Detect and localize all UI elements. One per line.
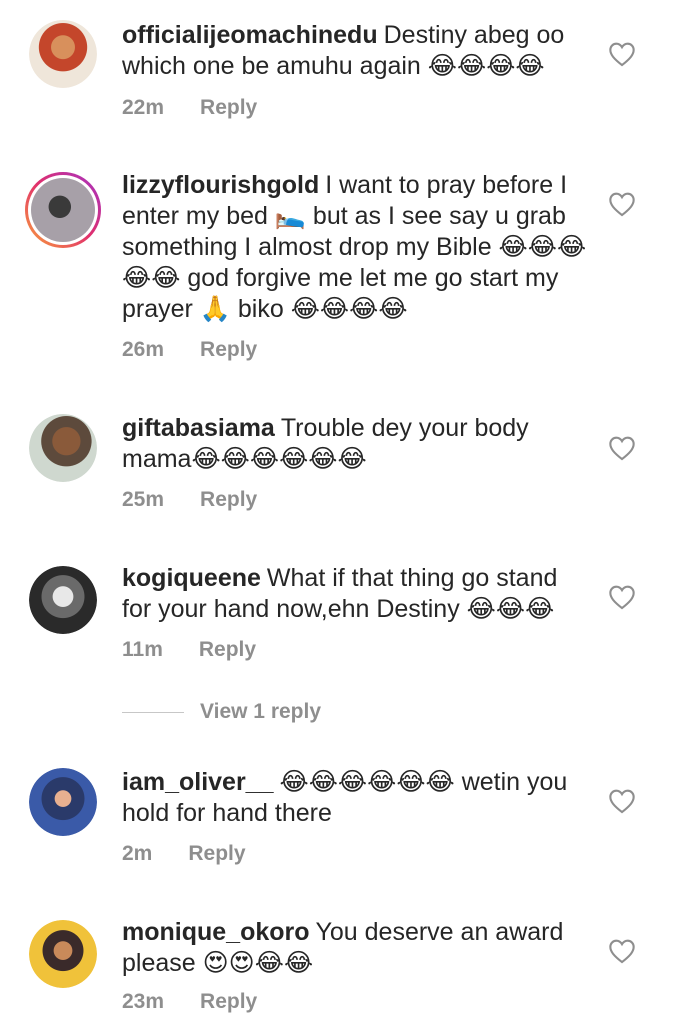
avatar[interactable] (29, 414, 97, 482)
comment-time: 23m (122, 990, 165, 1013)
comment-time: 22m (122, 96, 165, 119)
comment-username[interactable]: lizzyflourishgold (122, 171, 319, 199)
reply-button[interactable]: Reply (200, 96, 257, 119)
reply-button[interactable]: Reply (199, 638, 256, 661)
comment-time: 25m (122, 488, 165, 511)
heart-outline-icon[interactable] (608, 584, 636, 610)
view-replies-label[interactable]: View 1 reply (200, 700, 321, 723)
comment-time: 26m (122, 338, 165, 361)
reply-button[interactable]: Reply (200, 488, 257, 511)
avatar[interactable] (29, 768, 97, 836)
comment-username[interactable]: officialijeomachinedu (122, 21, 378, 49)
comment-username[interactable]: monique_okoro (122, 918, 310, 946)
comment-username[interactable]: iam_oliver__ (122, 768, 274, 796)
avatar[interactable] (29, 920, 97, 988)
reply-button[interactable]: Reply (188, 842, 245, 865)
heart-outline-icon[interactable] (608, 938, 636, 964)
heart-outline-icon[interactable] (608, 191, 636, 217)
comment-time: 11m (122, 638, 163, 661)
view-replies-button[interactable]: View 1 reply (122, 700, 321, 724)
avatar[interactable] (25, 172, 101, 248)
divider (122, 711, 184, 713)
heart-outline-icon[interactable] (608, 41, 636, 67)
comment-time: 2m (122, 842, 153, 865)
avatar[interactable] (29, 20, 97, 88)
reply-button[interactable]: Reply (200, 990, 257, 1013)
reply-button[interactable]: Reply (200, 338, 257, 361)
heart-outline-icon[interactable] (608, 788, 636, 814)
avatar[interactable] (29, 566, 97, 634)
comment-username[interactable]: giftabasiama (122, 414, 275, 442)
heart-outline-icon[interactable] (608, 435, 636, 461)
comment-username[interactable]: kogiqueene (122, 564, 261, 592)
